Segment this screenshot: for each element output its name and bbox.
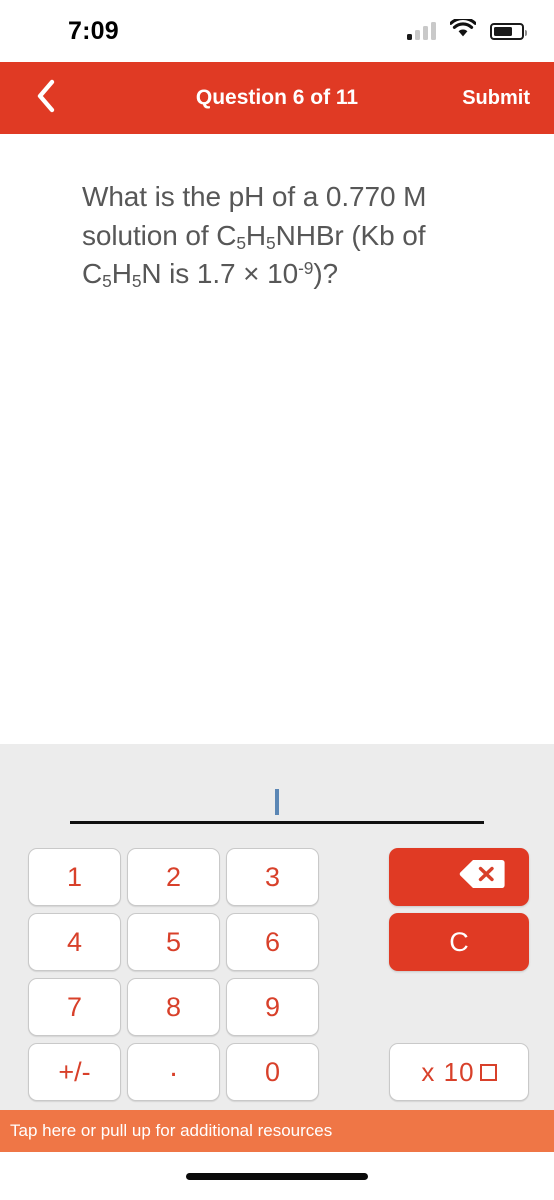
status-bar-icons [407,16,527,43]
answer-input[interactable] [70,766,484,824]
question-subscript-4: 5 [131,271,142,292]
question-subscript-1: 5 [236,232,246,253]
home-indicator[interactable] [186,1172,368,1180]
key-backspace[interactable] [389,848,529,906]
key-plus-minus[interactable]: +/- [28,1043,121,1101]
question-part-4: H [111,258,132,290]
key-scientific-notation-label: x 10 [421,1056,475,1087]
key-1[interactable]: 1 [28,848,121,906]
exponent-box-icon [479,1063,497,1081]
nav-header: Question 6 of 11 Submit [0,62,554,134]
question-text: What is the pH of a 0.770 M solution of … [82,178,494,294]
question-superscript-1: -9 [298,258,314,279]
key-3[interactable]: 3 [226,848,319,906]
key-6[interactable]: 6 [226,913,319,971]
question-subscript-3: 5 [102,271,112,292]
key-0[interactable]: 0 [226,1043,319,1101]
numeric-keypad: 1 2 3 4 5 6 7 8 9 +/- . 0 [28,848,319,1101]
question-area: What is the pH of a 0.770 M solution of … [0,134,554,744]
chevron-left-icon [35,79,57,118]
text-caret [275,789,279,815]
cellular-signal-icon [407,22,436,40]
submit-button[interactable]: Submit [462,87,530,110]
status-bar: 7:09 [0,0,554,62]
resources-bar-label: Tap here or pull up for additional resou… [10,1121,333,1140]
battery-icon [490,22,527,40]
wifi-icon [449,16,477,43]
question-part-5: N is 1.7 × 10 [141,258,299,290]
key-7[interactable]: 7 [28,978,121,1036]
key-decimal-point[interactable]: . [127,1043,220,1101]
keypad-panel: 1 2 3 4 5 6 7 8 9 +/- . 0 C x 10 [0,744,554,1110]
resources-bar[interactable]: Tap here or pull up for additional resou… [0,1110,554,1152]
key-2[interactable]: 2 [127,848,220,906]
status-bar-time: 7:09 [68,16,119,45]
app-root: 7:09 Question 6 of 11 Submit What is the… [0,0,554,1200]
question-subscript-2: 5 [266,232,276,253]
key-9[interactable]: 9 [226,978,319,1036]
back-button[interactable] [24,76,68,120]
keypad-keys: 1 2 3 4 5 6 7 8 9 +/- . 0 C x 10 [0,848,554,1101]
question-part-2: H [245,219,267,251]
backspace-icon [459,858,505,897]
key-scientific-notation[interactable]: x 10 [389,1043,529,1101]
question-part-6: )? [313,258,339,290]
key-clear[interactable]: C [389,913,529,971]
key-8[interactable]: 8 [127,978,220,1036]
key-4[interactable]: 4 [28,913,121,971]
function-keypad: C x 10 [389,848,529,1101]
home-indicator-area [0,1152,554,1200]
key-5[interactable]: 5 [127,913,220,971]
